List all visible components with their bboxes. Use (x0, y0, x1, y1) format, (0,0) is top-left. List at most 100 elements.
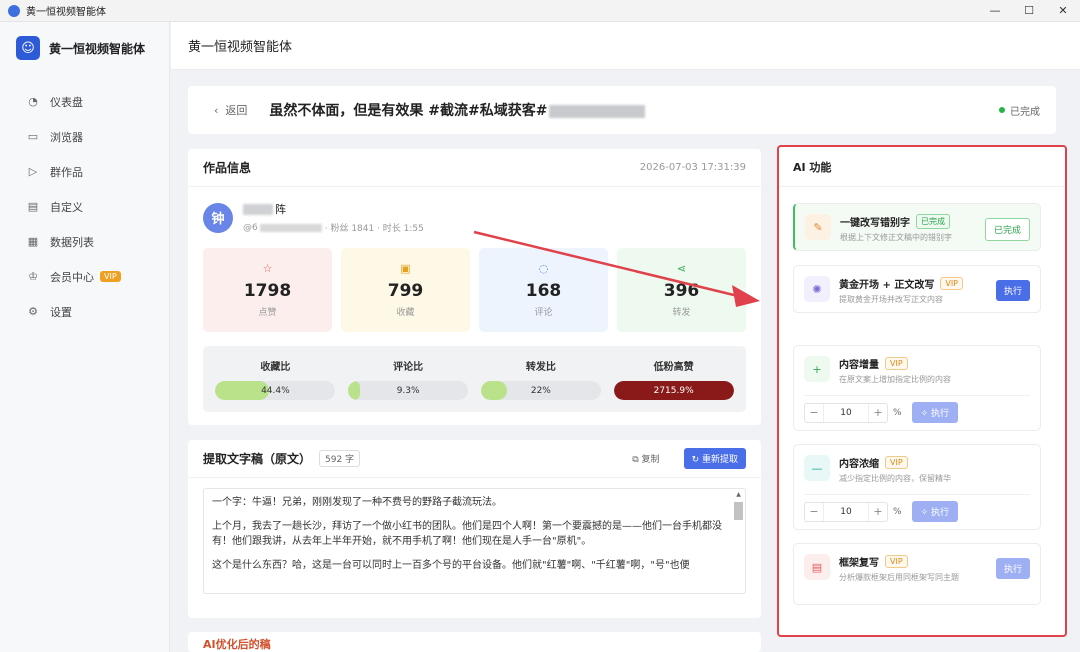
author-name-text: 阵 (275, 203, 286, 216)
ratio-value: 44.4% (261, 385, 290, 396)
sidebar-item-membership[interactable]: ♔ 会员中心 VIP (0, 259, 169, 294)
minimize-button[interactable]: — (978, 4, 1012, 17)
word-count-badge: 592 字 (319, 450, 361, 467)
sidebar-item-settings[interactable]: ⚙ 设置 (0, 294, 169, 329)
decrement-button[interactable]: − (805, 505, 823, 518)
app-logo-icon (8, 4, 20, 17)
window-title: 黄一恒视频智能体 (26, 7, 106, 18)
quantity-stepper[interactable]: − 10 + (804, 402, 888, 423)
video-title: 虽然不体面，但是有效果 #截流#私域获客# (269, 100, 646, 120)
redacted-text (243, 203, 273, 215)
scrollbar[interactable]: ▲ (734, 491, 743, 591)
sidebar-item-dashboard[interactable]: ◔ 仪表盘 (0, 84, 169, 119)
ai-feature-card: + 内容增量 VIP 在原文案上增加指定比例的内容 − 10 + % ✧ 执行 (793, 345, 1041, 431)
video-icon: ▷ (28, 165, 38, 178)
ai-feature-card: ▤ 框架复写 VIP 分析爆款框架后用同框架写同主题 执行 (793, 543, 1041, 605)
execute-label: 已完成 (993, 226, 1021, 236)
sidebar-item-label: 会员中心 (50, 270, 94, 284)
stat-cards: ☆ 1798 点赞 ▣ 799 收藏 ◌ 168 评论 ⋖ 396 转发 (188, 248, 761, 332)
sidebar-item-browser[interactable]: ▭ 浏览器 (0, 119, 169, 154)
brand-name: 黄一恒视频智能体 (49, 41, 146, 56)
feature-description: 提取黄金开场并改写正文内容 (839, 295, 943, 304)
execute-button[interactable]: 执行 (995, 558, 1030, 579)
copy-button[interactable]: ⧉ 复制 (632, 452, 659, 465)
vip-badge: VIP (100, 271, 121, 282)
ratio-item: 评论比 9.3% (348, 346, 469, 412)
feature-name: 内容增量 (839, 360, 879, 371)
back-button[interactable]: ‹ 返回 (214, 102, 247, 118)
execute-button[interactable]: 执行 (995, 280, 1030, 301)
work-info-card: 作品信息 2026-07-03 17:31:39 钟 阵 @6 · 粉丝 1841… (188, 149, 761, 425)
redacted-text (259, 223, 322, 232)
feature-tag: VIP (885, 555, 908, 568)
close-button[interactable]: ✕ (1046, 4, 1080, 17)
sidebar-item-label: 群作品 (50, 165, 83, 179)
ratio-value: 9.3% (396, 385, 420, 396)
author-name: 阵 (243, 201, 424, 217)
avatar[interactable]: 钟 (203, 202, 233, 233)
scroll-up-icon[interactable]: ▲ (734, 491, 743, 498)
re-extract-button[interactable]: ↻ 重新提取 (683, 448, 746, 469)
ratio-label: 转发比 (525, 362, 556, 373)
stat-value: 799 (387, 281, 424, 301)
execute-label: 执行 (1003, 565, 1022, 575)
sidebar-item-label: 自定义 (50, 200, 83, 214)
execute-button[interactable]: ✧ 执行 (911, 501, 958, 522)
execute-button[interactable]: ✧ 执行 (911, 402, 958, 423)
feature-name: 内容浓缩 (839, 459, 879, 470)
decrement-button[interactable]: − (805, 406, 823, 419)
progress-bar: 9.3% (348, 381, 469, 400)
stat-label: 转发 (672, 308, 691, 318)
sparkle-icon: ✧ (920, 409, 929, 419)
quantity-stepper[interactable]: − 10 + (804, 501, 888, 522)
transcript-paragraph: 上个月，我去了一趟长沙，拜访了一个做小红书的团队。他们是四个人啊！第一个要震撼的… (212, 521, 722, 547)
brand-avatar-icon: ☺ (16, 36, 40, 60)
ai-features-panel: AI 功能 ✎ 一键改写错别字 已完成 根据上下文修正文稿中的错别字 已完成 ✺ … (777, 145, 1067, 637)
copy-label: 复制 (641, 455, 660, 465)
sidebar-item-custom[interactable]: ▤ 自定义 (0, 189, 169, 224)
ratio-label: 低粉高赞 (653, 362, 694, 373)
status-badge: 已完成 (999, 103, 1040, 118)
progress-bar: 22% (480, 381, 601, 400)
stat-value: 168 (525, 281, 562, 301)
increment-button[interactable]: + (869, 406, 887, 419)
section-title: AI优化后的稿 (203, 638, 271, 651)
ai-feature-card: ✺ 黄金开场 + 正文改写 VIP 提取黄金开场并改写正文内容 执行 (793, 265, 1041, 313)
stepper-value[interactable]: 10 (823, 403, 869, 422)
feature-name: 一键改写错别字 (840, 218, 910, 229)
transcript-textarea[interactable]: 一个字：牛逼！兄弟，刚刚发现了一种不费号的野路子截流玩法。 上个月，我去了一趟长… (203, 488, 746, 594)
feature-tag: VIP (885, 456, 908, 469)
author-stats: · 粉丝 1841 · 时长 1:55 (324, 224, 424, 234)
execute-label: 执行 (1003, 287, 1022, 297)
sparkle-icon: ✺ (804, 276, 830, 302)
execute-button[interactable]: 已完成 (984, 218, 1030, 241)
stat-label: 点赞 (258, 308, 277, 318)
maximize-button[interactable]: ☐ (1012, 4, 1046, 17)
feature-name: 框架复写 (839, 558, 879, 569)
video-header: ‹ 返回 虽然不体面，但是有效果 #截流#私域获客# 已完成 (188, 86, 1056, 134)
sidebar-item-works[interactable]: ▷ 群作品 (0, 154, 169, 189)
plus-icon: + (804, 356, 830, 382)
sidebar-item-data-list[interactable]: ▦ 数据列表 (0, 224, 169, 259)
sidebar-item-label: 设置 (50, 305, 72, 319)
timestamp: 2026-07-03 17:31:39 (639, 162, 746, 173)
pencil-icon: ✎ (805, 214, 831, 240)
feature-tag: VIP (885, 357, 908, 370)
stat-value: 396 (663, 281, 700, 301)
increment-button[interactable]: + (869, 505, 887, 518)
ratio-value: 2715.9% (653, 385, 694, 396)
ratio-panel: 收藏比 44.4% 评论比 9.3% 转发比 22% 低粉高赞 2715.9% (203, 346, 746, 412)
ai-feature-card: ✎ 一键改写错别字 已完成 根据上下文修正文稿中的错别字 已完成 (793, 203, 1041, 251)
optimized-script-card: AI优化后的稿 (188, 632, 761, 652)
feature-name: 黄金开场 + 正文改写 (839, 280, 935, 291)
feature-tag: 已完成 (916, 214, 950, 229)
brand[interactable]: ☺ 黄一恒视频智能体 (0, 22, 169, 74)
window-titlebar: 黄一恒视频智能体 — ☐ ✕ (0, 0, 1080, 22)
author-meta: @6 · 粉丝 1841 · 时长 1:55 (243, 221, 424, 235)
stepper-value[interactable]: 10 (823, 502, 869, 521)
sidebar-item-label: 仪表盘 (50, 95, 83, 109)
stat-value: 1798 (243, 281, 292, 301)
scroll-thumb[interactable] (734, 502, 743, 520)
ratio-item: 收藏比 44.4% (215, 346, 336, 412)
stat-card: ☆ 1798 点赞 (203, 248, 332, 332)
